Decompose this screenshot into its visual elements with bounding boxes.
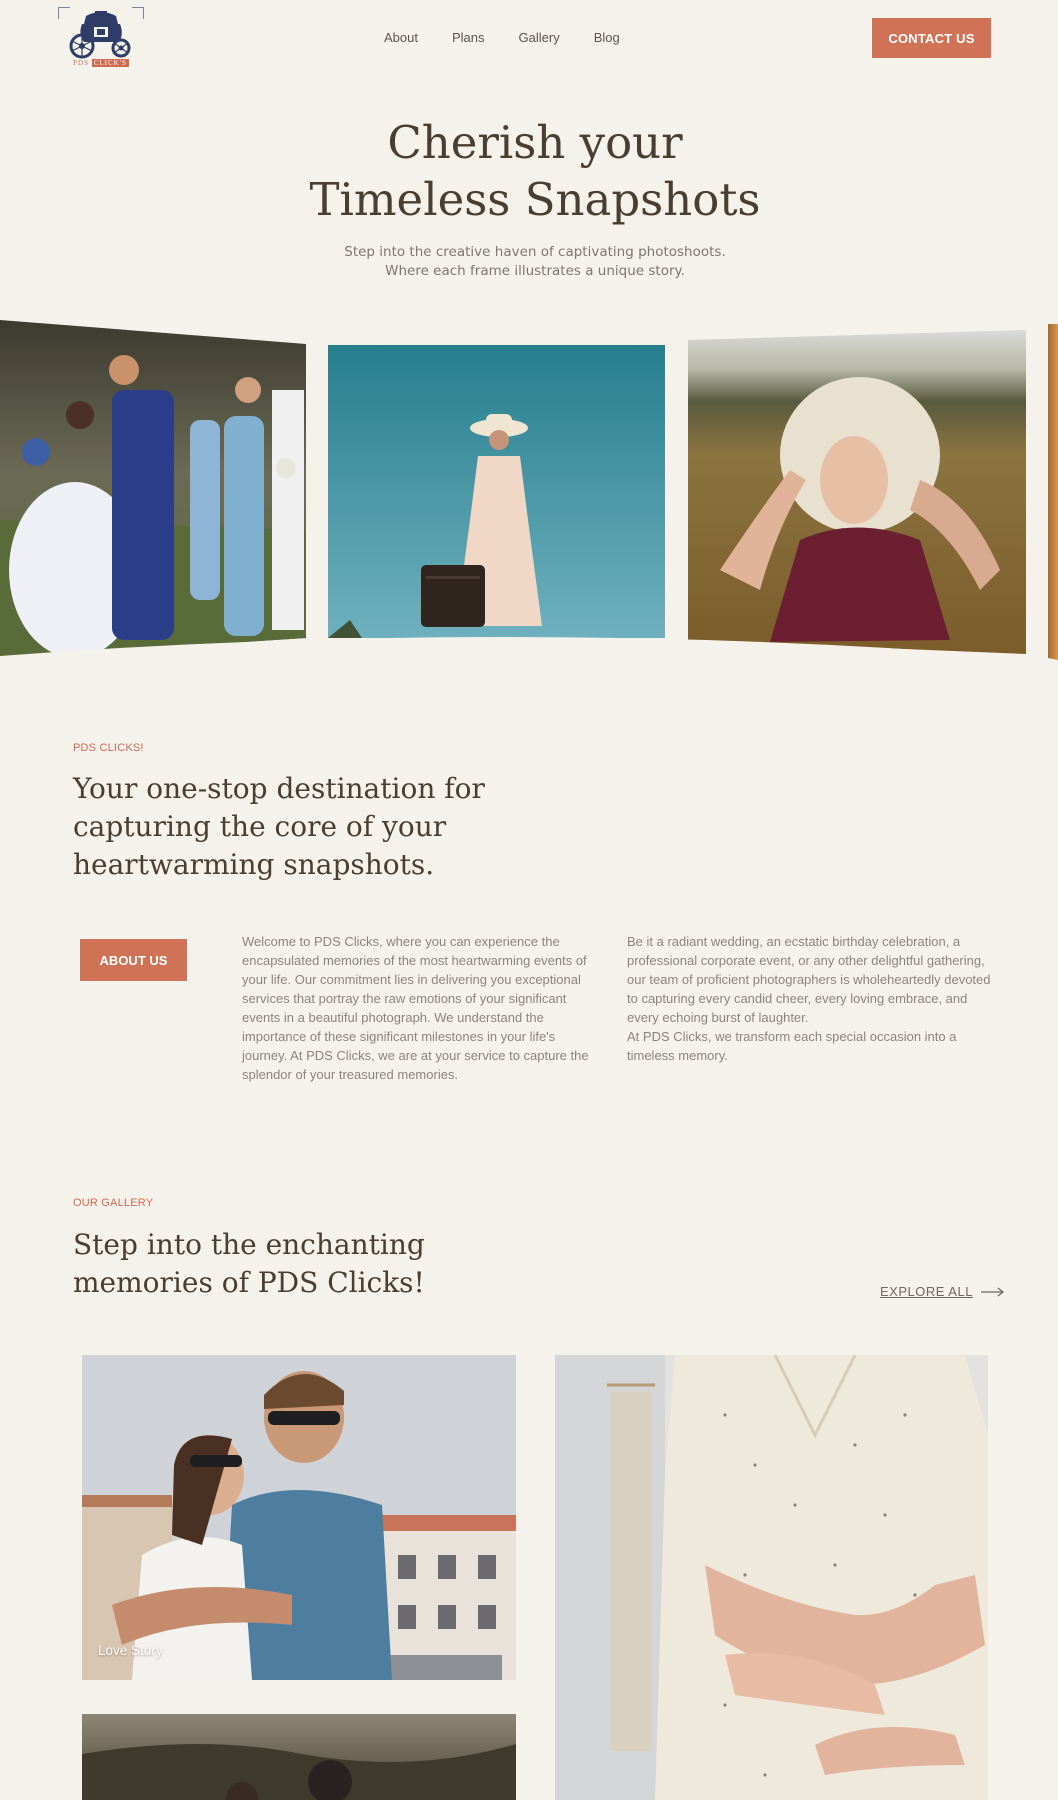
page: PDS CLICK'S About Plans Gallery Blog CON…	[0, 0, 1058, 1800]
explore-all-label: EXPLORE ALL	[880, 1284, 973, 1299]
hero-title-line-2: Timeless Snapshots	[309, 173, 761, 226]
explore-all-link[interactable]: EXPLORE ALL	[880, 1284, 1005, 1299]
nav-item-blog[interactable]: Blog	[594, 30, 620, 45]
strip-photo-wedding[interactable]	[0, 320, 306, 658]
gallery-title: Step into the enchanting memories of PDS…	[73, 1228, 425, 1299]
gallery-card-maternity[interactable]	[555, 1355, 988, 1800]
about-paragraph-1: Welcome to PDS Clicks, where you can exp…	[242, 934, 589, 1082]
gallery-card-label: Love Story	[98, 1643, 163, 1658]
gallery-card-outdoor[interactable]	[82, 1714, 516, 1800]
about-paragraph-2: Be it a radiant wedding, an ecstatic bir…	[627, 932, 999, 1065]
logo-clicks: CLICK'S	[91, 59, 129, 67]
nav-item-about[interactable]: About	[384, 30, 418, 45]
site-header: PDS CLICK'S About Plans Gallery Blog CON…	[0, 0, 1058, 80]
gallery-photo-maternity	[555, 1355, 988, 1800]
strip-photo-traveler[interactable]	[328, 345, 665, 638]
carriage-icon	[69, 11, 131, 59]
arrow-right-icon	[980, 1286, 1004, 1297]
contact-us-button[interactable]: CONTACT US	[872, 18, 991, 58]
about-us-button[interactable]: ABOUT US	[80, 939, 187, 981]
logo-wordmark: PDS CLICK'S	[62, 59, 140, 67]
about-title: Your one-stop destination for capturing …	[73, 772, 485, 881]
gallery-card-love-story[interactable]: Love Story	[82, 1355, 516, 1680]
about-eyebrow: PDS CLICKS!	[73, 742, 144, 754]
gallery-eyebrow: OUR GALLERY	[73, 1197, 154, 1209]
hero-title-line-1: Cherish your	[387, 116, 683, 169]
hero-photo-strip	[0, 320, 1058, 665]
hero-title: Cherish your Timeless Snapshots	[0, 114, 1058, 228]
logo-pds: PDS	[73, 59, 89, 67]
hero-subtitle: Step into the creative haven of captivat…	[344, 244, 726, 279]
about-paragraph-2b: At PDS Clicks, we transform each special…	[627, 1029, 957, 1063]
strip-photo-next[interactable]	[1048, 324, 1058, 660]
about-paragraph-2a: Be it a radiant wedding, an ecstatic bir…	[627, 934, 991, 1025]
brand-logo[interactable]: PDS CLICK'S	[58, 7, 144, 69]
nav-item-gallery[interactable]: Gallery	[519, 30, 560, 45]
strip-photo-portrait[interactable]	[688, 330, 1026, 654]
nav-item-plans[interactable]: Plans	[452, 30, 485, 45]
gallery-photo-couple	[82, 1355, 516, 1680]
main-nav: About Plans Gallery Blog	[384, 30, 620, 45]
gallery-photo-outdoor	[82, 1714, 516, 1800]
